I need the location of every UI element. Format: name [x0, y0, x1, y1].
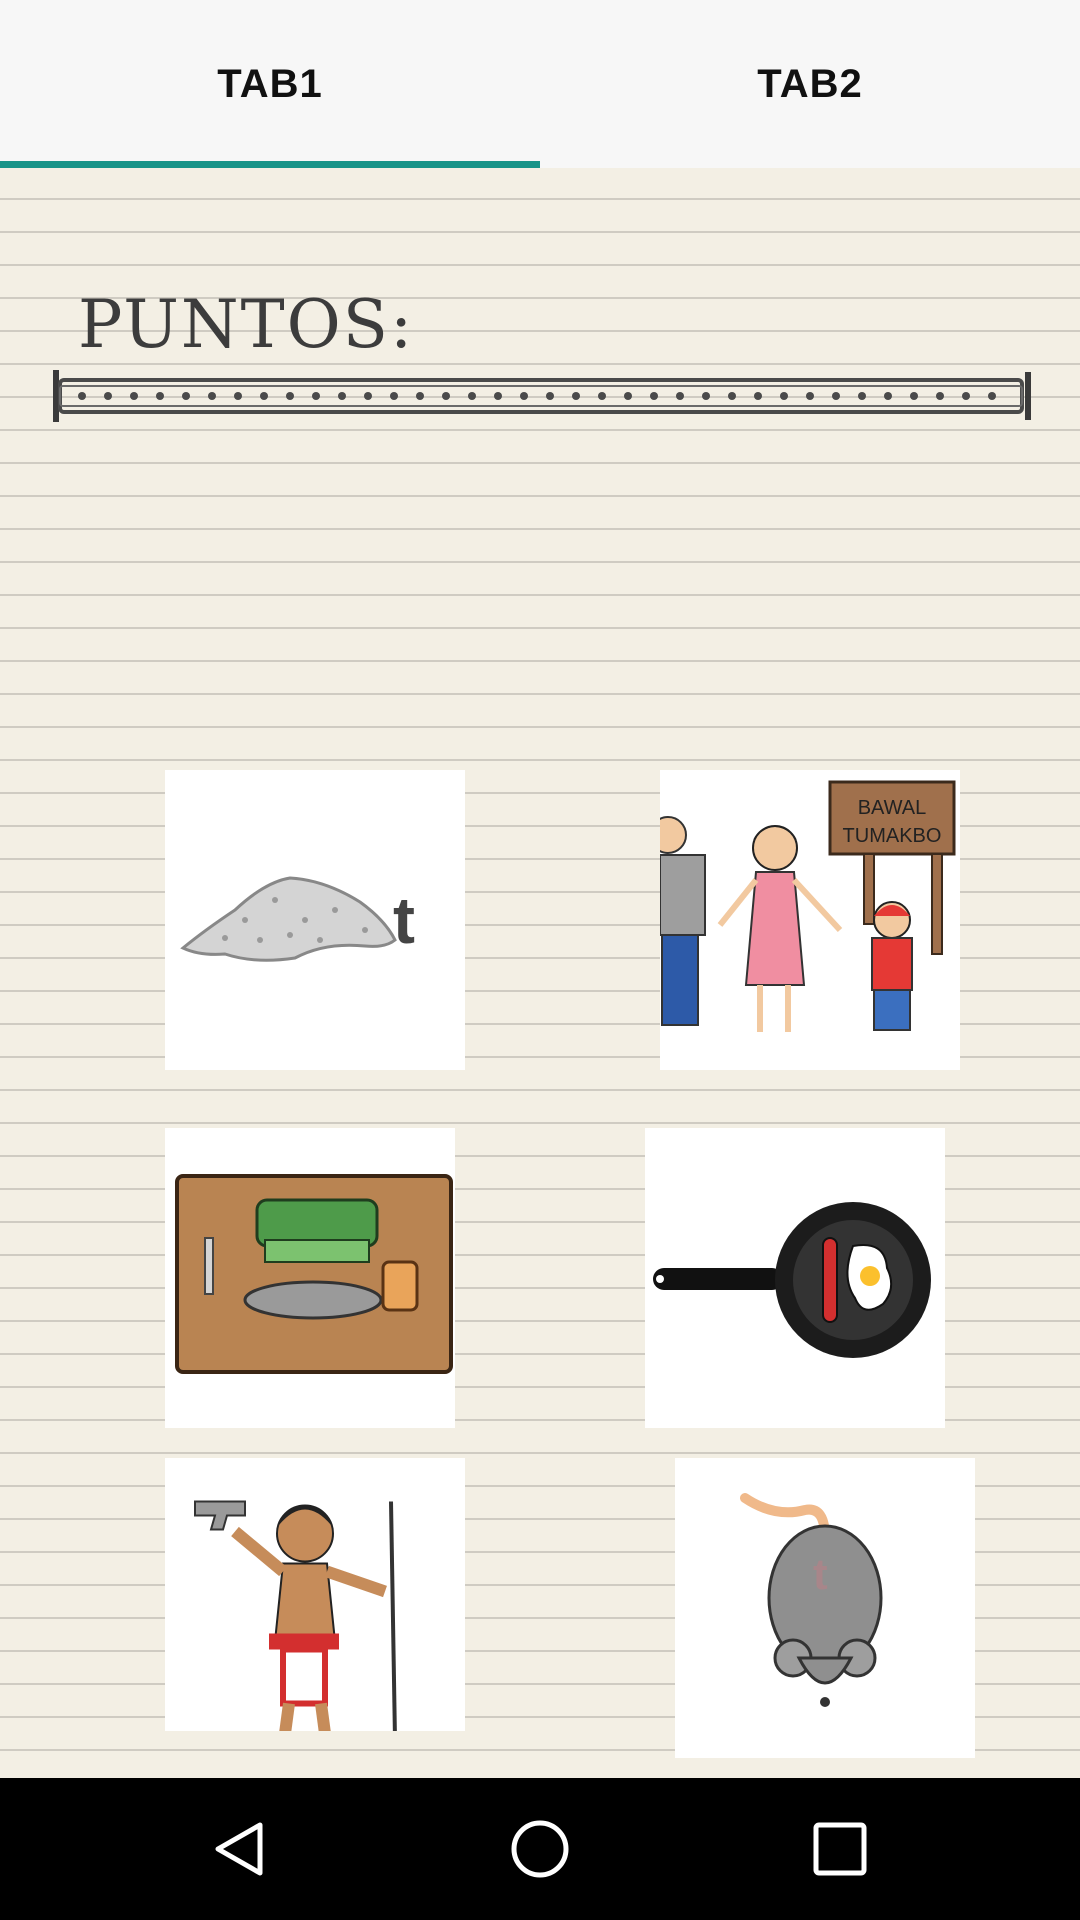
back-button[interactable]: [160, 1778, 320, 1920]
home-button[interactable]: [460, 1778, 620, 1920]
sand-pile-icon: [180, 876, 397, 962]
score-progress-bar: [53, 370, 1031, 422]
picture-card-2[interactable]: BAWAL TUMAKBO: [660, 770, 960, 1070]
game-board: PUNTOS: t BAWAL TUMAKBO t: [0, 168, 1080, 1778]
picture-card-1[interactable]: t: [165, 770, 465, 1070]
tab-bar: TAB1 TAB2: [0, 0, 1080, 169]
family-bawal-tumakbo-sign-icon: BAWAL TUMAKBO: [660, 780, 956, 1032]
back-triangle-icon: [215, 1822, 263, 1876]
sign-line-1: BAWAL: [858, 797, 927, 819]
living-room-icon: [175, 1174, 453, 1374]
mouse-icon: [740, 1493, 883, 1707]
system-navigation-bar: [0, 1778, 1080, 1920]
hint-letter: t: [393, 883, 415, 957]
tab-2[interactable]: TAB2: [540, 0, 1080, 168]
picture-card-4[interactable]: [645, 1128, 945, 1428]
home-circle-icon: [511, 1820, 569, 1878]
tab-1[interactable]: TAB1: [0, 0, 540, 168]
frying-pan-icon: [653, 1202, 931, 1358]
native-with-gun-icon: [194, 1500, 397, 1731]
picture-card-5[interactable]: [165, 1458, 465, 1731]
recents-square-icon: [813, 1822, 867, 1876]
picture-card-6[interactable]: t: [675, 1458, 975, 1758]
sign-line-2: TUMAKBO: [843, 825, 942, 847]
selected-tab-indicator: [0, 161, 540, 168]
score-label: PUNTOS:: [78, 286, 415, 363]
recents-button[interactable]: [760, 1778, 920, 1920]
hint-letter: t: [813, 1550, 828, 1599]
picture-card-3[interactable]: [165, 1128, 455, 1428]
